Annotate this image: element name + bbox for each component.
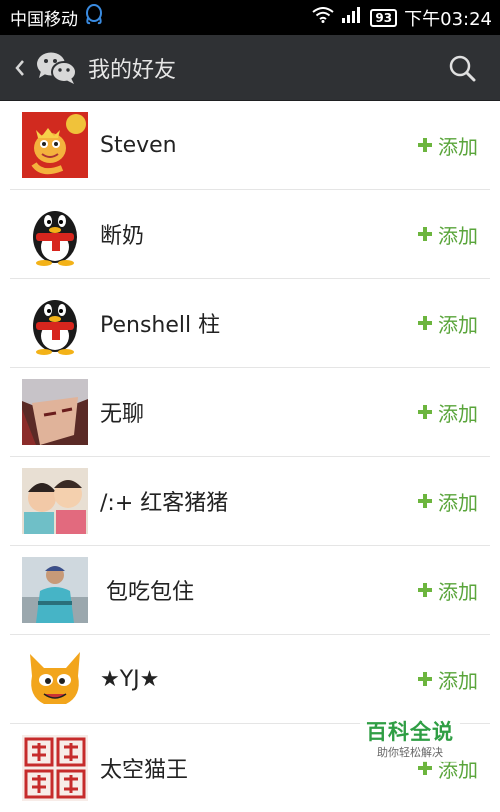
wechat-logo-icon bbox=[36, 51, 78, 85]
battery-icon: 93 bbox=[370, 8, 398, 27]
friend-list: Steven 添加 断奶 添加 Penshell 柱 添加 无聊 添加 /:+ … bbox=[0, 101, 500, 812]
watermark: 百科全说 助你轻松解决 bbox=[360, 716, 460, 762]
friend-name: ★YJ★ bbox=[100, 666, 160, 692]
watermark-subtitle: 助你轻松解决 bbox=[377, 746, 443, 759]
carrier-label: 中国移动 bbox=[10, 10, 78, 30]
qq-icon bbox=[84, 4, 104, 31]
friend-name: 断奶 bbox=[100, 224, 145, 249]
list-item[interactable]: /:+ 红客猪猪 添加 bbox=[10, 457, 490, 546]
avatar bbox=[22, 735, 88, 801]
add-label: 添加 bbox=[438, 223, 478, 248]
add-friend-button[interactable]: 添加 bbox=[418, 487, 478, 516]
list-item[interactable]: Penshell 柱 添加 bbox=[10, 279, 490, 368]
plus-icon bbox=[418, 761, 432, 775]
back-chevron-icon bbox=[15, 59, 24, 76]
friend-name: 无聊 bbox=[100, 402, 145, 427]
friend-name: 包吃包住 bbox=[106, 580, 195, 605]
add-label: 添加 bbox=[438, 579, 478, 604]
back-button[interactable] bbox=[4, 35, 36, 101]
list-item[interactable]: ★YJ★ 添加 bbox=[10, 635, 490, 724]
status-bar: 中国移动 93 下午03:24 bbox=[0, 0, 500, 35]
avatar bbox=[22, 379, 88, 445]
add-friend-button[interactable]: 添加 bbox=[418, 309, 478, 338]
add-label: 添加 bbox=[438, 134, 478, 159]
clock: 下午03:24 bbox=[404, 8, 492, 30]
search-icon bbox=[449, 55, 476, 81]
add-friend-button[interactable]: 添加 bbox=[418, 220, 478, 249]
avatar bbox=[22, 468, 88, 534]
friend-name: /:+ 红客猪猪 bbox=[100, 491, 229, 516]
signal-icon bbox=[341, 7, 363, 28]
plus-icon bbox=[418, 138, 432, 152]
page-title: 我的好友 bbox=[88, 57, 177, 83]
add-label: 添加 bbox=[438, 668, 478, 693]
add-friend-button[interactable]: 添加 bbox=[418, 665, 478, 694]
title-bar: 我的好友 bbox=[0, 35, 500, 101]
plus-icon bbox=[418, 227, 432, 241]
search-button[interactable] bbox=[432, 35, 492, 101]
list-item[interactable]: Steven 添加 bbox=[10, 101, 490, 190]
list-item[interactable]: 包吃包住 添加 bbox=[10, 546, 490, 635]
plus-icon bbox=[418, 494, 432, 508]
avatar bbox=[22, 201, 88, 267]
list-item[interactable]: 断奶 添加 bbox=[10, 190, 490, 279]
add-friend-button[interactable]: 添加 bbox=[418, 576, 478, 605]
plus-icon bbox=[418, 583, 432, 597]
add-friend-button[interactable]: 添加 bbox=[418, 398, 478, 427]
add-label: 添加 bbox=[438, 312, 478, 337]
avatar bbox=[22, 290, 88, 356]
add-label: 添加 bbox=[438, 401, 478, 426]
plus-icon bbox=[418, 405, 432, 419]
avatar bbox=[22, 646, 88, 712]
wifi-icon bbox=[312, 7, 335, 28]
avatar bbox=[22, 557, 88, 623]
watermark-title: 百科全说 bbox=[366, 720, 454, 744]
add-label: 添加 bbox=[438, 490, 478, 515]
friend-name: Penshell 柱 bbox=[100, 313, 221, 338]
plus-icon bbox=[418, 672, 432, 686]
friend-name: 太空猫王 bbox=[100, 758, 189, 783]
avatar bbox=[22, 112, 88, 178]
plus-icon bbox=[418, 316, 432, 330]
friend-name: Steven bbox=[100, 132, 177, 158]
add-friend-button[interactable]: 添加 bbox=[418, 131, 478, 160]
list-item[interactable]: 无聊 添加 bbox=[10, 368, 490, 457]
